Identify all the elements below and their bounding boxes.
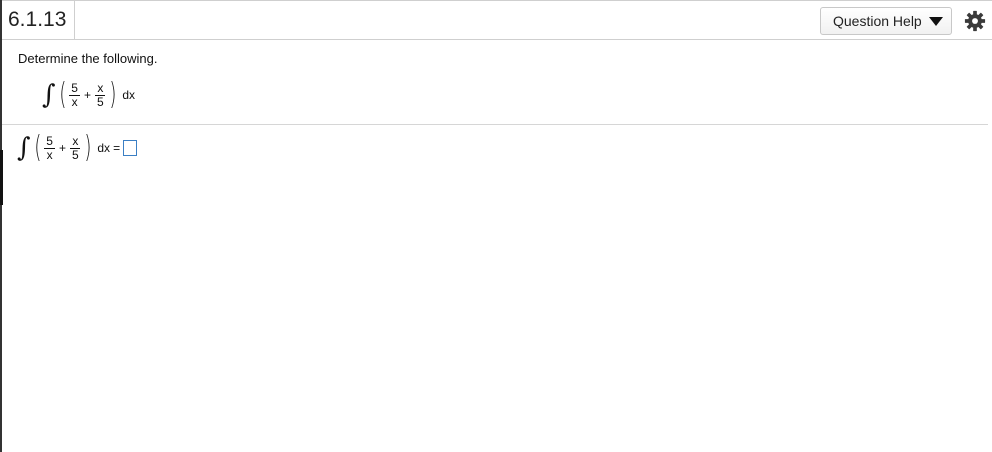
caret-down-icon [928,16,943,26]
answer-input[interactable] [123,140,138,156]
fraction-denominator: 5 [71,147,79,162]
differential: dx [122,88,136,102]
fraction-5-over-x: 5 x [69,80,80,109]
fraction-numerator: x [70,133,81,149]
left-border [0,0,2,452]
left-paren: ( [58,77,66,112]
fraction-x-over-5: x 5 [95,80,106,109]
problem-expression: ∫ ( 5 x + x 5 ) dx [42,80,135,110]
fraction-denominator: x [71,94,78,109]
answer-expression: ∫ ( 5 x + x 5 ) dx = [17,130,138,165]
fraction-numerator: 5 [44,133,55,149]
fraction-denominator: x [46,147,53,162]
left-paren: ( [33,130,41,165]
right-paren: ) [84,130,92,165]
question-header: 6.1.13 Question Help [2,0,992,40]
equals-sign: = [113,141,121,155]
question-help-label: Question Help [833,13,922,29]
left-marker [0,150,3,205]
fraction-numerator: x [95,80,106,96]
fraction-5-over-x: 5 x [44,133,55,162]
plus-sign: + [58,141,66,155]
fraction-numerator: 5 [69,80,80,96]
section-divider [2,124,988,125]
question-number: 6.1.13 [8,8,67,31]
fraction-denominator: 5 [96,94,104,109]
question-frame: 6.1.13 Question Help Determine the follo… [0,0,992,452]
right-paren: ) [109,77,117,112]
integral-sign: ∫ [42,80,56,110]
plus-sign: + [83,88,91,102]
question-help-button[interactable]: Question Help [820,7,952,35]
differential: dx [97,141,111,155]
header-separator [74,1,75,40]
fraction-x-over-5: x 5 [70,133,81,162]
gear-icon[interactable] [964,10,986,32]
question-prompt: Determine the following. [18,51,158,66]
integral-sign: ∫ [17,133,31,163]
